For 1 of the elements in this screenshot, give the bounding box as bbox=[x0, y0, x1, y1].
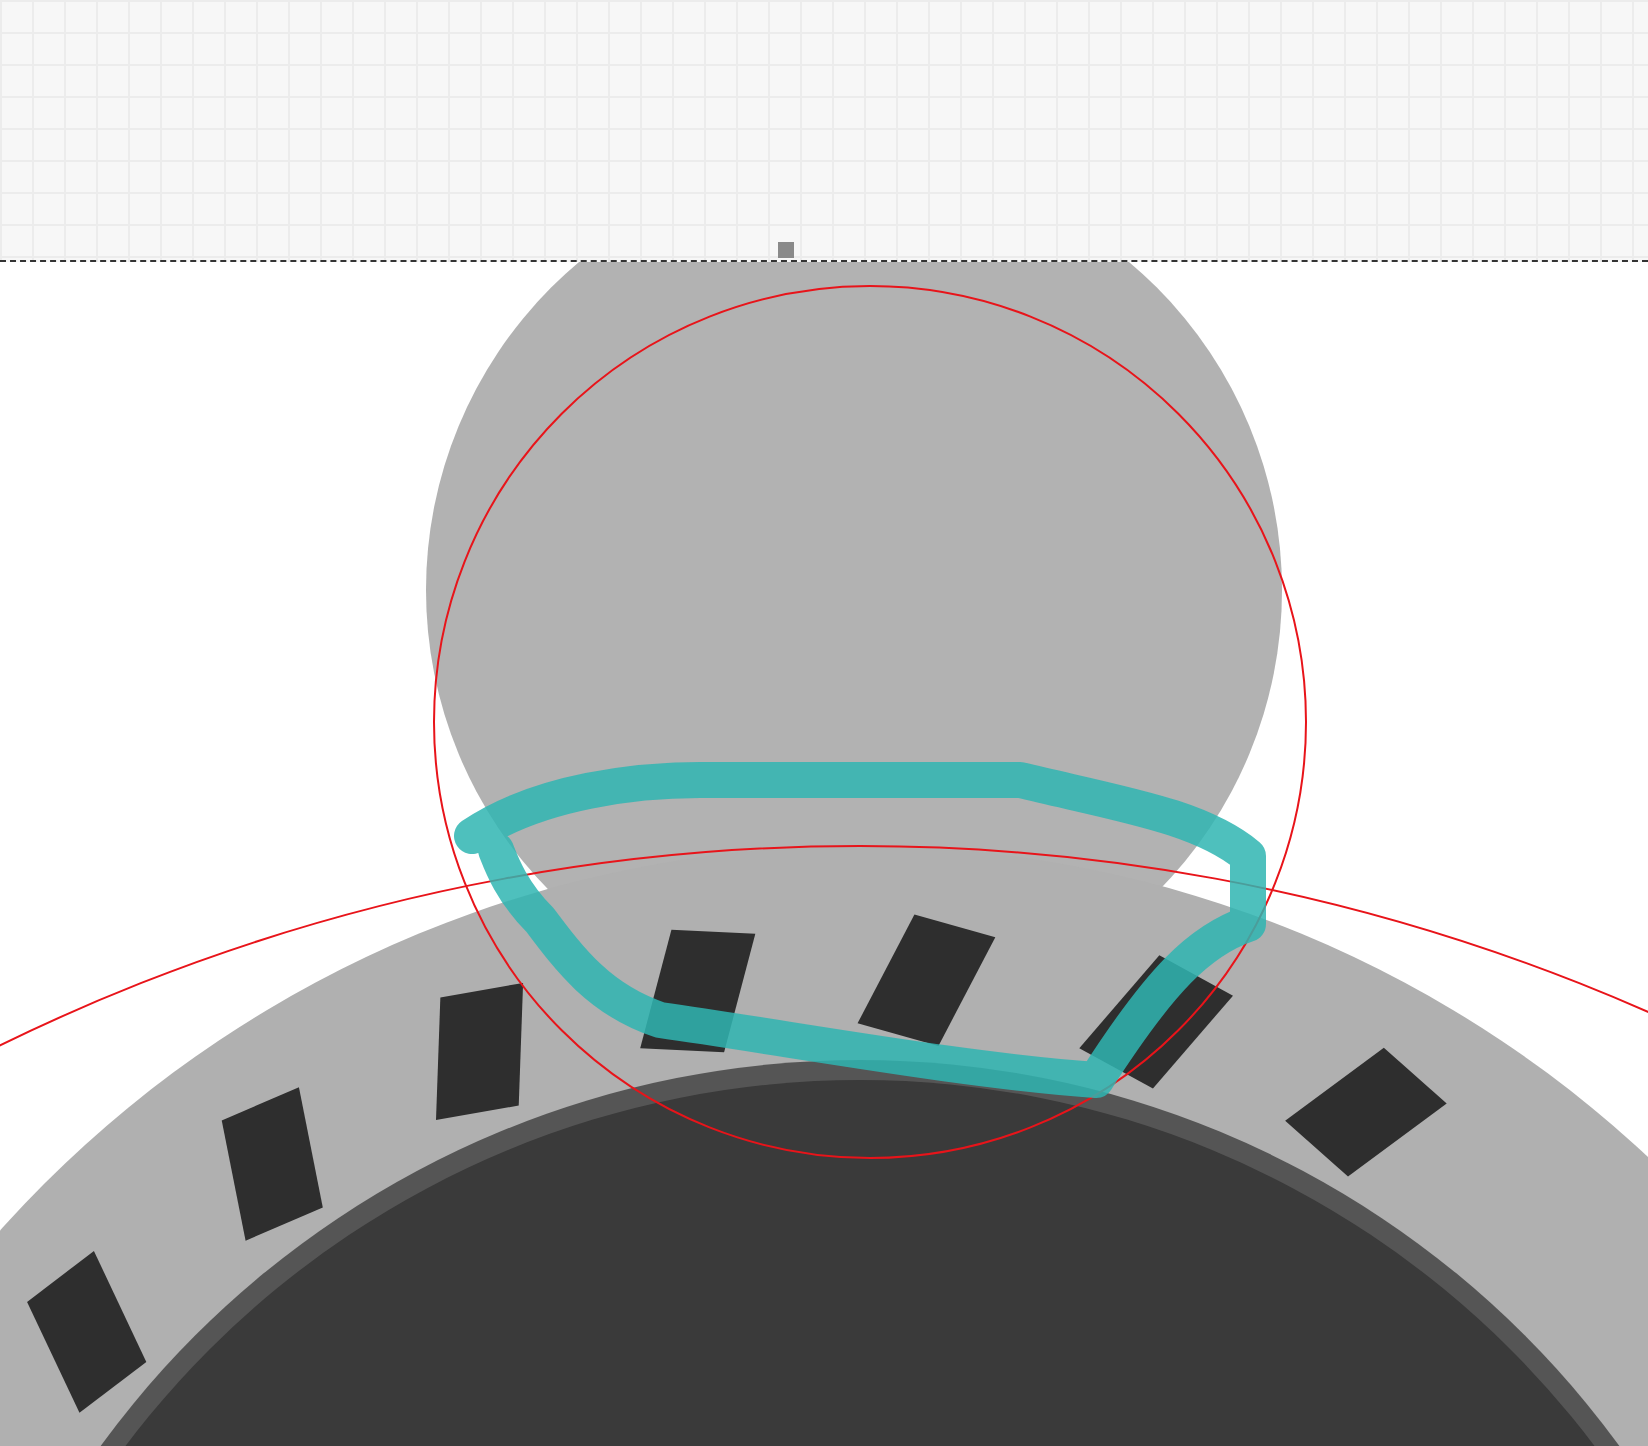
resize-handle[interactable] bbox=[778, 242, 794, 258]
